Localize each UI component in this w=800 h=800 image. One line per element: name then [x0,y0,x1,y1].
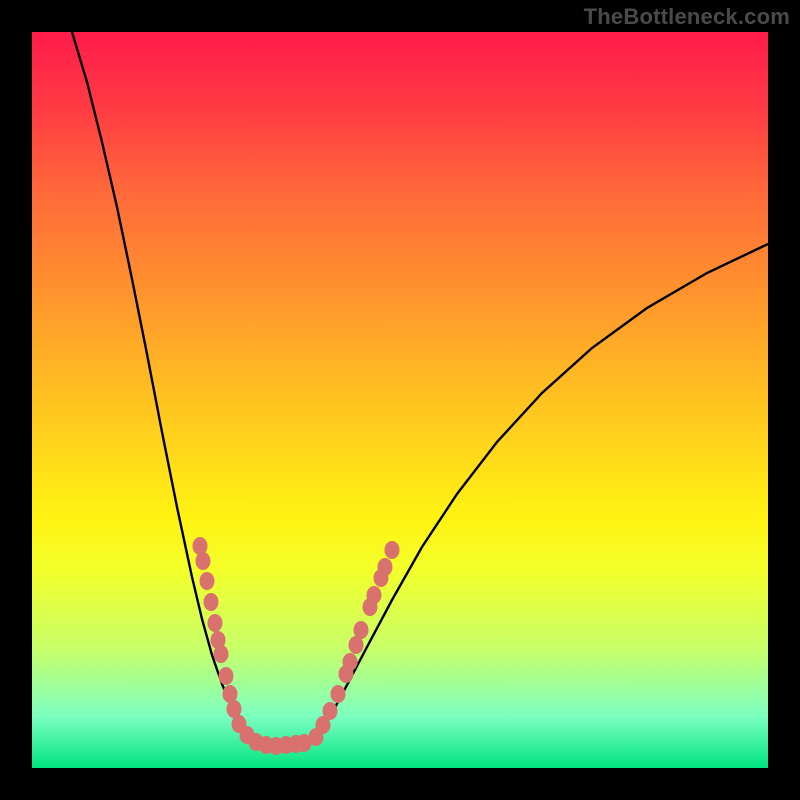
data-point [354,621,369,639]
plot-svg [32,32,768,768]
left-curve [72,32,252,740]
data-point [367,586,382,604]
watermark-text: TheBottleneck.com [584,4,790,30]
data-point [219,667,234,685]
data-point [196,552,211,570]
data-point [208,614,223,632]
data-point [214,645,229,663]
data-point [193,537,208,555]
data-point [200,572,215,590]
data-point [323,702,338,720]
right-curve [310,244,768,743]
data-point [331,685,346,703]
chart-area [32,32,768,768]
data-point [378,558,393,576]
data-point [343,653,358,671]
data-point [204,593,219,611]
data-point [385,541,400,559]
scatter-right [309,541,400,746]
